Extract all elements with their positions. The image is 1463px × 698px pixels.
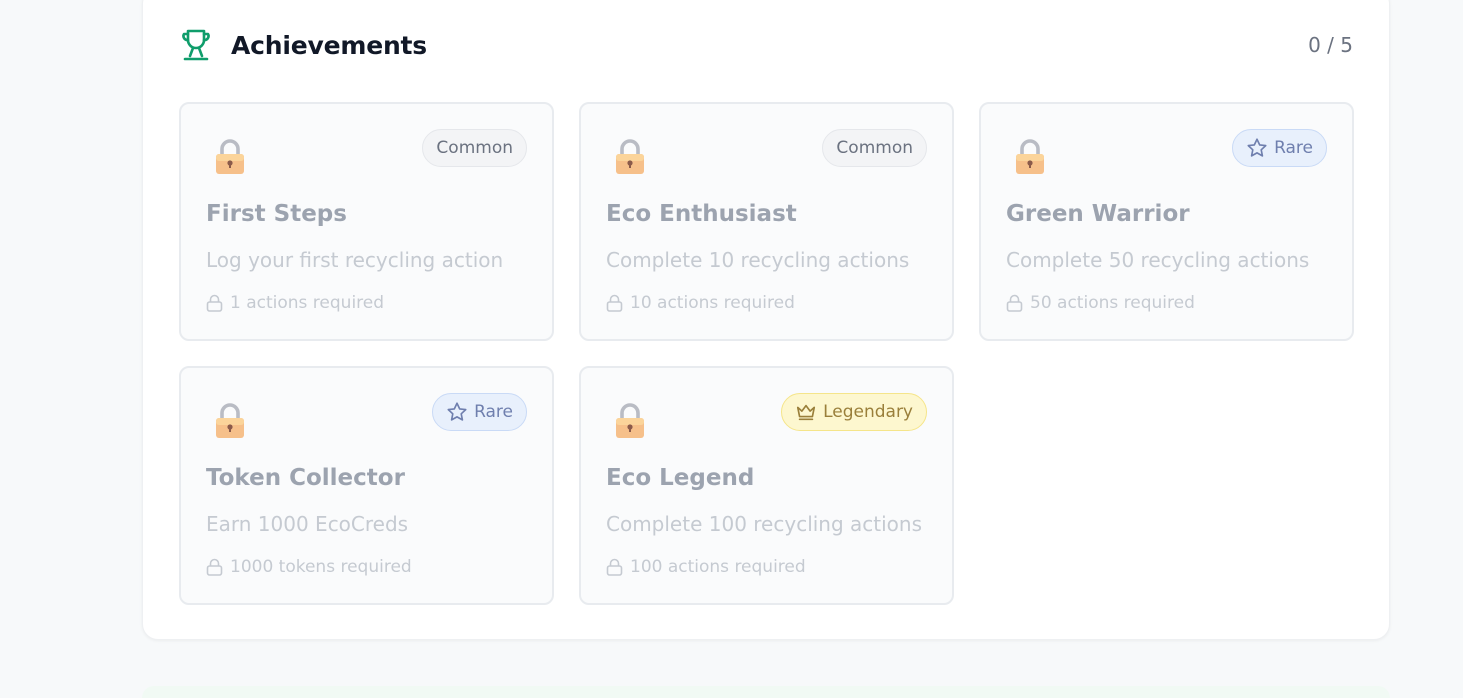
achievement-description: Complete 50 recycling actions	[1006, 248, 1310, 272]
star-icon	[1247, 138, 1267, 157]
rarity-badge: Rare	[432, 393, 527, 431]
achievement-description: Log your first recycling action	[206, 248, 504, 272]
rarity-badge: Common	[422, 129, 527, 167]
rarity-label: Common	[836, 138, 913, 158]
rarity-label: Rare	[1274, 138, 1313, 158]
requirement-text: 10 actions required	[630, 293, 795, 313]
achievement-name: Green Warrior	[1006, 201, 1190, 227]
achievement-requirement: 10 actions required	[606, 293, 795, 313]
small-lock-icon	[206, 294, 223, 312]
crown-icon	[797, 404, 816, 421]
lock-icon	[216, 403, 244, 438]
achievement-requirement: 100 actions required	[606, 557, 806, 577]
small-lock-icon	[606, 294, 623, 312]
achievements-grid: Common First Steps Log your first recycl…	[179, 102, 1354, 605]
small-lock-icon	[1006, 294, 1023, 312]
rarity-badge: Common	[822, 129, 927, 167]
achievement-card-eco-legend[interactable]: Legendary Eco Legend Complete 100 recycl…	[579, 366, 954, 605]
section-title: Achievements	[231, 30, 427, 60]
rarity-label: Legendary	[823, 402, 913, 422]
achievement-card-first-steps[interactable]: Common First Steps Log your first recycl…	[179, 102, 554, 341]
achievement-requirement: 1000 tokens required	[206, 557, 412, 577]
achievement-requirement: 1 actions required	[206, 293, 384, 313]
achievement-name: Eco Legend	[606, 465, 755, 491]
achievements-panel: Achievements 0 / 5 Common First Steps Lo…	[142, 0, 1390, 640]
achievement-description: Earn 1000 EcoCreds	[206, 512, 409, 536]
rarity-label: Rare	[474, 402, 513, 422]
trophy-icon	[182, 29, 210, 61]
achievement-description: Complete 10 recycling actions	[606, 248, 910, 272]
rarity-badge: Rare	[1232, 129, 1327, 167]
achievement-requirement: 50 actions required	[1006, 293, 1195, 313]
achievement-progress-count: 0 / 5	[1308, 33, 1353, 57]
achievement-card-green-warrior[interactable]: Rare Green Warrior Complete 50 recycling…	[979, 102, 1354, 341]
lock-icon	[1016, 139, 1044, 174]
requirement-text: 50 actions required	[1030, 293, 1195, 313]
lock-icon	[616, 139, 644, 174]
achievement-card-eco-enthusiast[interactable]: Common Eco Enthusiast Complete 10 recycl…	[579, 102, 954, 341]
small-lock-icon	[606, 558, 623, 576]
rarity-label: Common	[436, 138, 513, 158]
achievement-card-token-collector[interactable]: Rare Token Collector Earn 1000 EcoCreds …	[179, 366, 554, 605]
star-icon	[447, 402, 467, 421]
requirement-text: 1000 tokens required	[230, 557, 412, 577]
achievement-description: Complete 100 recycling actions	[606, 512, 923, 536]
header-title-group: Achievements	[179, 28, 427, 62]
next-section-edge	[142, 686, 1390, 698]
achievement-name: Eco Enthusiast	[606, 201, 797, 227]
requirement-text: 1 actions required	[230, 293, 385, 313]
achievements-header: Achievements 0 / 5	[179, 25, 1353, 65]
achievement-name: Token Collector	[206, 465, 405, 491]
lock-icon	[616, 403, 644, 438]
rarity-badge: Legendary	[781, 393, 927, 431]
lock-icon	[216, 139, 244, 174]
requirement-text: 100 actions required	[630, 557, 806, 577]
small-lock-icon	[206, 558, 223, 576]
achievement-name: First Steps	[206, 201, 347, 227]
